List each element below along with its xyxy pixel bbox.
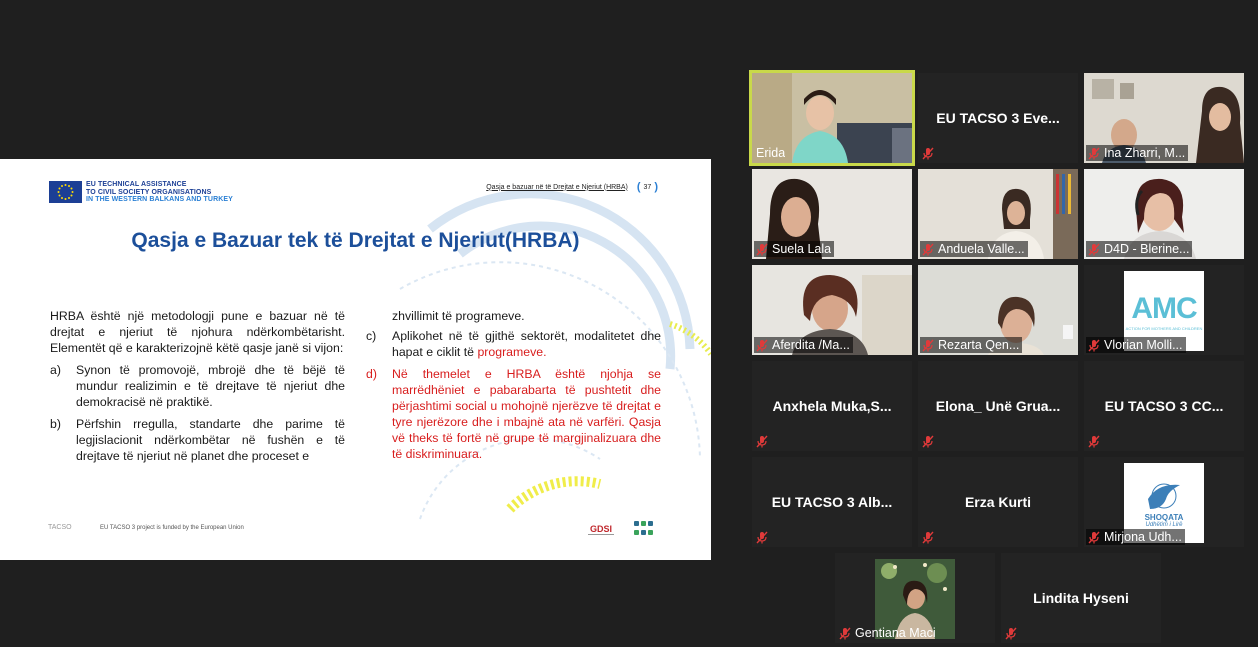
participant-label: Suela Lala [754,241,835,257]
participant-label: Gentiana Maci [837,625,939,641]
participant-name: Lindita Hyseni [1033,590,1129,606]
slide-title: Qasja e Bazuar tek të Drejtat e Njeriut(… [131,229,580,252]
participant-name: Erza Kurti [964,494,1032,510]
participant-label [754,434,775,449]
participant-label: Mirjona Udh... [1086,529,1185,545]
participant-label [920,146,941,161]
participant-label [754,530,775,545]
participant-tile[interactable]: Anduela Valle... [918,169,1078,259]
mic-off-icon [922,531,934,544]
mic-off-icon [839,627,851,639]
mic-off-icon [1088,243,1100,255]
participant-name: EU TACSO 3 Alb... [771,494,893,510]
mic-off-icon [756,435,768,448]
participant-label: Aferdita /Ma... [754,337,853,353]
participant-label [920,434,941,449]
list-item: c) Aplikohet në të gjithë sektorët, moda… [366,329,661,359]
participant-tile[interactable]: AMC ACTION FOR MOTHERS AND CHILDREN Vlor… [1084,265,1244,355]
participant-tile[interactable]: Suela Lala [752,169,912,259]
eu-logo-text: EU TECHNICAL ASSISTANCE TO CIVIL SOCIETY… [86,181,233,203]
participant-name: Anxhela Muka,S... [772,398,892,414]
participant-label: Rezarta Qen... [920,337,1023,353]
participant-tile[interactable]: Rezarta Qen... [918,265,1078,355]
participant-tile[interactable]: EU TACSO 3 Eve... [918,73,1078,163]
participant-tile[interactable]: Lindita Hyseni [1001,553,1161,643]
mic-off-icon [1088,339,1100,351]
tacso-logo: TACSO [48,524,72,531]
participant-name: Elona_ Unë Grua... [935,398,1061,414]
eu-flag-icon [49,181,82,204]
slide-right-column: zhvillimit të programeve. c) Aplikohet n… [366,308,661,462]
mic-off-icon [756,339,768,351]
footer-text: EU TACSO 3 project is funded by the Euro… [100,524,244,531]
participant-label: Vlorian Molli... [1086,337,1186,353]
participant-name: EU TACSO 3 Eve... [936,110,1060,126]
slide-header: Qasja e bazuar në të Drejtat e Njeriut (… [486,181,661,193]
mic-off-icon [922,339,934,351]
mic-off-icon [756,531,768,544]
participant-tile[interactable]: Ina Zharri, M... [1084,73,1244,163]
participant-label [1003,626,1024,641]
participant-tile-erida[interactable]: Erida [749,70,915,166]
shared-screen-slide: EU TECHNICAL ASSISTANCE TO CIVIL SOCIETY… [0,159,711,560]
participant-tile[interactable]: Erza Kurti [918,457,1078,547]
participant-tile[interactable]: Elona_ Unë Grua... [918,361,1078,451]
left-intro: HRBA është një metodologji pune e bazuar… [50,309,345,355]
slide-header-title: Qasja e bazuar në të Drejtat e Njeriut (… [486,183,628,191]
participant-tile[interactable]: Aferdita /Ma... [752,265,912,355]
slide-footer: TACSO EU TACSO 3 project is funded by th… [48,524,244,531]
mic-off-icon [922,435,934,448]
dove-logo-icon [1148,483,1180,509]
partner-logos: GDSI [588,521,654,537]
mic-off-icon [1088,147,1100,159]
participant-label: Anduela Valle... [920,241,1028,257]
eu-tacso-logo: EU TECHNICAL ASSISTANCE TO CIVIL SOCIETY… [49,181,233,204]
participant-tile[interactable]: Gentiana Maci [835,553,995,643]
slide-number: (37) [636,181,658,193]
participant-tile[interactable]: SHOQATA Udhëtim i Lirë Mirjona Udh... [1084,457,1244,547]
participant-label [1086,434,1107,449]
mic-off-icon [922,147,934,160]
mic-off-icon [922,243,934,255]
participant-name: EU TACSO 3 CC... [1104,398,1224,414]
participant-tile[interactable]: Anxhela Muka,S... [752,361,912,451]
mic-off-icon [1005,627,1017,640]
mic-off-icon [756,243,768,255]
ldk-logo [634,521,654,537]
list-item: a) Synon të promovojë, mbrojë dhe të bëj… [50,363,345,409]
slide-left-column: HRBA është një metodologji pune e bazuar… [50,308,345,464]
participant-tile[interactable]: D4D - Blerine... [1084,169,1244,259]
mic-off-icon [1088,531,1100,543]
list-item: d) Në themelet e HRBA është njohja se ma… [366,367,661,461]
list-item-continuation: zhvillimit të programeve. [392,309,525,323]
participant-tile[interactable]: EU TACSO 3 Alb... [752,457,912,547]
participant-label [920,530,941,545]
list-item: b) Përfshin rregulla, standarte dhe pari… [50,417,345,463]
participant-tile[interactable]: EU TACSO 3 CC... [1084,361,1244,451]
participant-label: D4D - Blerine... [1086,241,1193,257]
participant-label: Ina Zharri, M... [1086,145,1189,161]
gdsi-logo: GDSI [588,523,615,535]
participant-label: Erida [756,146,786,160]
mic-off-icon [1088,435,1100,448]
